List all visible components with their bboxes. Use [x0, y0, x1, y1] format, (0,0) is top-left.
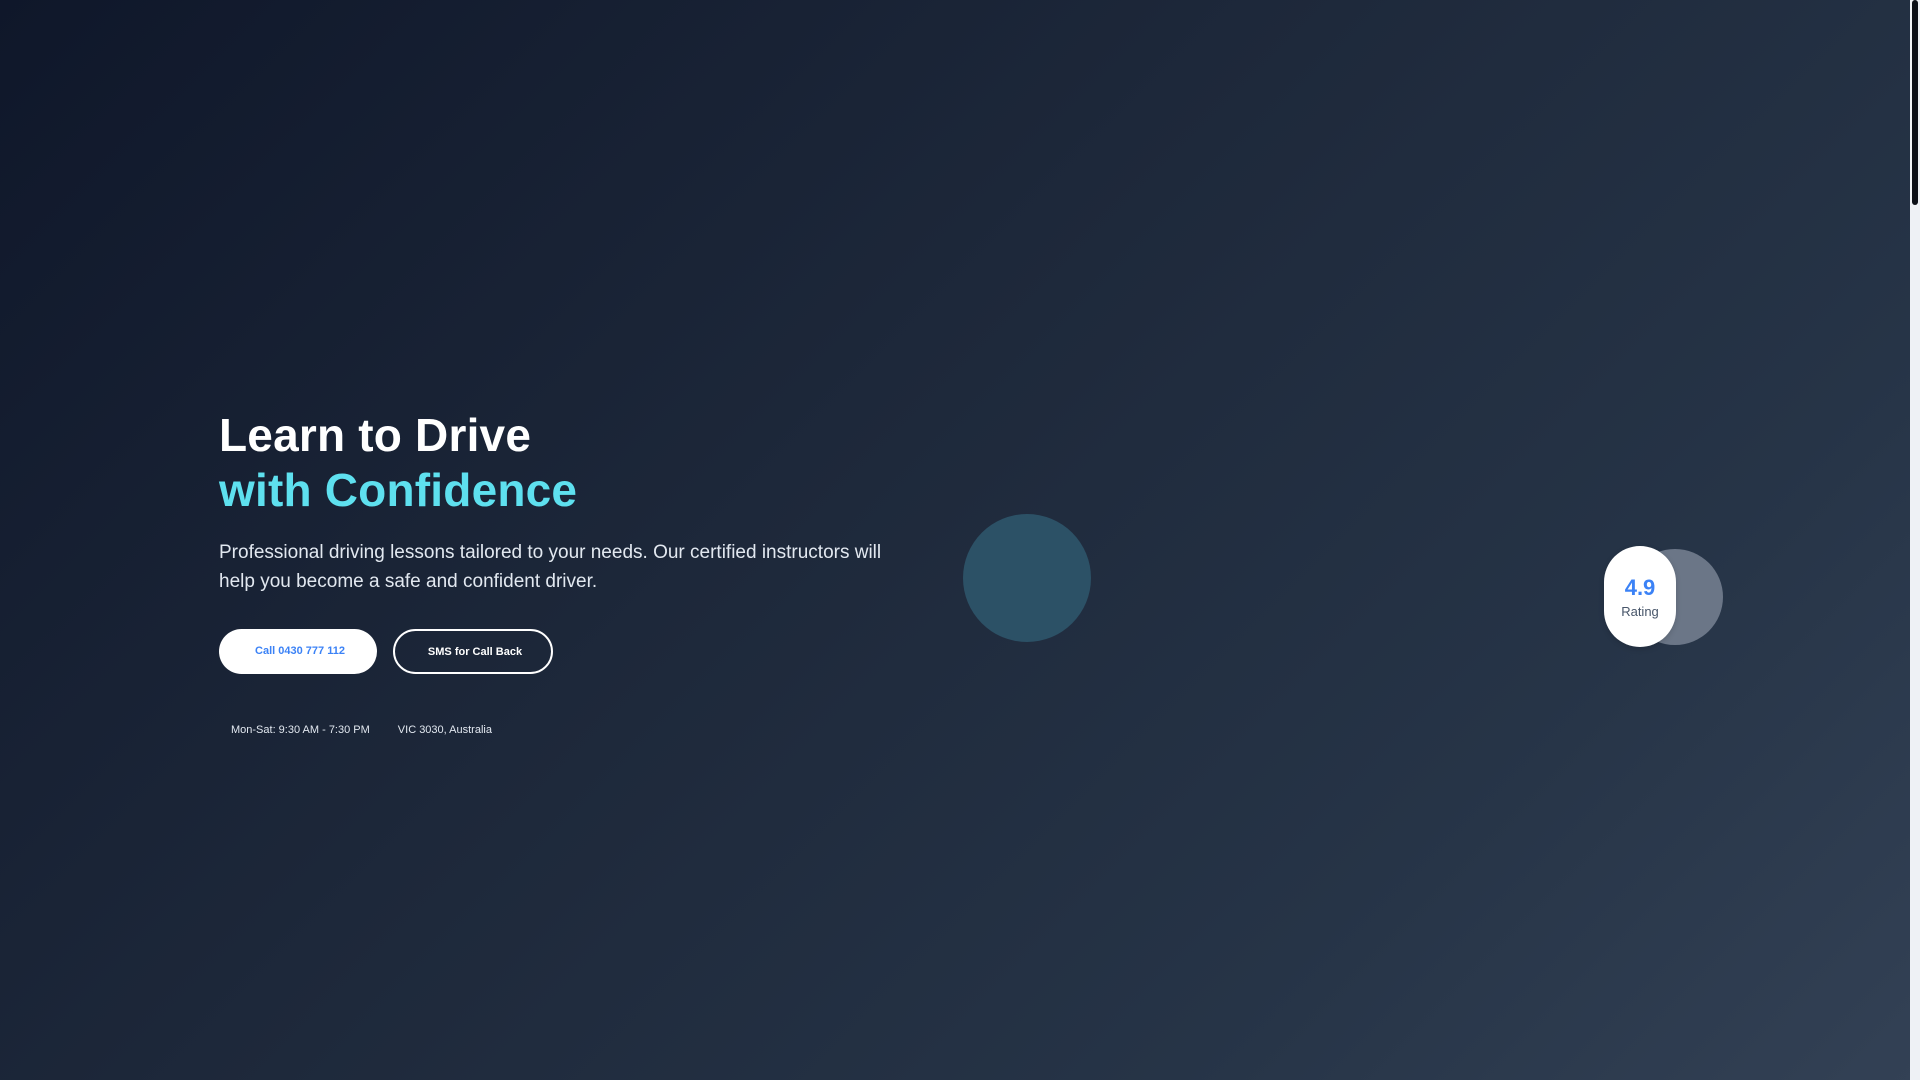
page: Learn to Drive with Confidence Professio… — [0, 0, 1910, 1080]
scrollbar-thumb[interactable] — [1912, 0, 1918, 205]
sms-button-label: SMS for Call Back — [427, 645, 523, 658]
contact-info: Mon-Sat: 9:30 AM - 7:30 PM VIC 3030, Aus… — [219, 724, 919, 736]
rating-label: Rating — [1621, 603, 1659, 619]
hero-actions: Call 0430 777 112 SMS for Call Back — [219, 629, 919, 674]
rating-value: 4.9 — [1624, 574, 1656, 600]
scrollbar[interactable] — [1910, 0, 1920, 1080]
call-button[interactable]: Call 0430 777 112 — [219, 629, 377, 674]
hero-title: Learn to Drive — [219, 409, 532, 461]
business-hours: Mon-Sat: 9:30 AM - 7:30 PM — [231, 724, 370, 736]
rating-badge: 4.9 Rating — [1604, 546, 1676, 647]
hero-title-highlight: with Confidence — [219, 464, 578, 516]
hero-section: Learn to Drive with Confidence Professio… — [219, 408, 919, 736]
hero-subtitle: Professional driving lessons tailored to… — [219, 542, 882, 592]
location-text: VIC 3030, Australia — [397, 724, 492, 736]
call-button-label: Call 0430 777 112 — [255, 644, 345, 657]
decorative-circle-teal — [963, 514, 1091, 642]
sms-callback-button[interactable]: SMS for Call Back — [393, 629, 553, 674]
